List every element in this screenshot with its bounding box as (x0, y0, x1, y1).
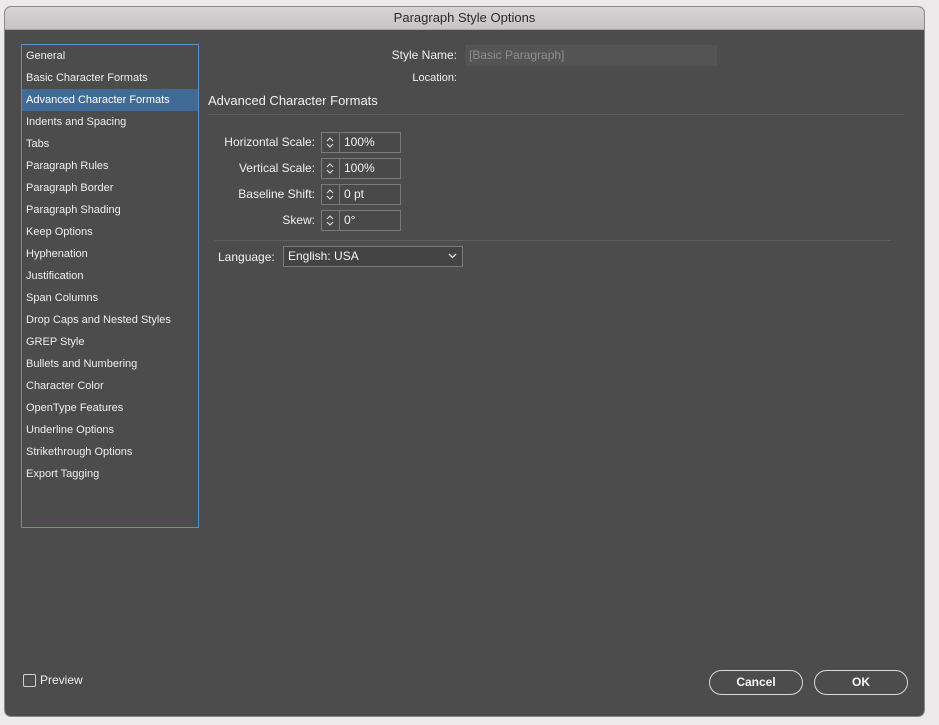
horizontal-scale-label: Horizontal Scale: (224, 135, 315, 149)
baseline-shift-value[interactable]: 0 pt (344, 185, 364, 204)
sidebar-item-advanced-character-formats[interactable]: Advanced Character Formats (22, 89, 198, 111)
style-name-field[interactable]: [Basic Paragraph] (465, 45, 717, 66)
horizontal-scale-value[interactable]: 100% (344, 133, 375, 152)
baseline-shift-stepper[interactable]: 0 pt (321, 184, 401, 205)
cancel-button[interactable]: Cancel (709, 670, 803, 695)
skew-value[interactable]: 0° (344, 211, 355, 230)
sidebar-item-strikethrough-options[interactable]: Strikethrough Options (22, 441, 198, 463)
sidebar-item-underline-options[interactable]: Underline Options (22, 419, 198, 441)
sidebar-item-drop-caps-and-nested-styles[interactable]: Drop Caps and Nested Styles (22, 309, 198, 331)
stepper-arrows-icon[interactable] (322, 211, 340, 230)
sidebar-item-justification[interactable]: Justification (22, 265, 198, 287)
style-name-label: Style Name: (391, 48, 457, 62)
sidebar-item-opentype-features[interactable]: OpenType Features (22, 397, 198, 419)
stepper-arrows-icon[interactable] (322, 133, 340, 152)
sidebar-item-hyphenation[interactable]: Hyphenation (22, 243, 198, 265)
skew-label: Skew: (282, 213, 315, 227)
fields-divider (215, 240, 891, 241)
baseline-shift-label: Baseline Shift: (238, 187, 315, 201)
language-value: English: USA (288, 249, 359, 263)
paragraph-style-options-dialog: Paragraph Style Options General Basic Ch… (5, 7, 924, 716)
sidebar-item-span-columns[interactable]: Span Columns (22, 287, 198, 309)
vertical-scale-label: Vertical Scale: (238, 161, 315, 175)
ok-button[interactable]: OK (814, 670, 908, 695)
window-title: Paragraph Style Options (5, 7, 924, 30)
preview-checkbox[interactable] (23, 674, 36, 687)
language-select[interactable]: English: USA (283, 246, 463, 267)
vertical-scale-value[interactable]: 100% (344, 159, 375, 178)
skew-stepper[interactable]: 0° (321, 210, 401, 231)
stepper-arrows-icon[interactable] (322, 159, 340, 178)
sidebar-item-general[interactable]: General (22, 45, 198, 67)
sidebar-item-basic-character-formats[interactable]: Basic Character Formats (22, 67, 198, 89)
sidebar-item-grep-style[interactable]: GREP Style (22, 331, 198, 353)
sidebar-item-bullets-and-numbering[interactable]: Bullets and Numbering (22, 353, 198, 375)
stepper-arrows-icon[interactable] (322, 185, 340, 204)
section-divider (208, 114, 904, 115)
sidebar-item-character-color[interactable]: Character Color (22, 375, 198, 397)
location-label: Location: (412, 72, 457, 84)
chevron-down-icon (448, 253, 457, 259)
horizontal-scale-stepper[interactable]: 100% (321, 132, 401, 153)
sidebar-item-export-tagging[interactable]: Export Tagging (22, 463, 198, 485)
section-title: Advanced Character Formats (208, 93, 378, 108)
language-label: Language: (218, 250, 275, 264)
preview-label[interactable]: Preview (40, 673, 83, 687)
category-list: General Basic Character Formats Advanced… (21, 44, 199, 528)
vertical-scale-stepper[interactable]: 100% (321, 158, 401, 179)
sidebar-item-indents-and-spacing[interactable]: Indents and Spacing (22, 111, 198, 133)
